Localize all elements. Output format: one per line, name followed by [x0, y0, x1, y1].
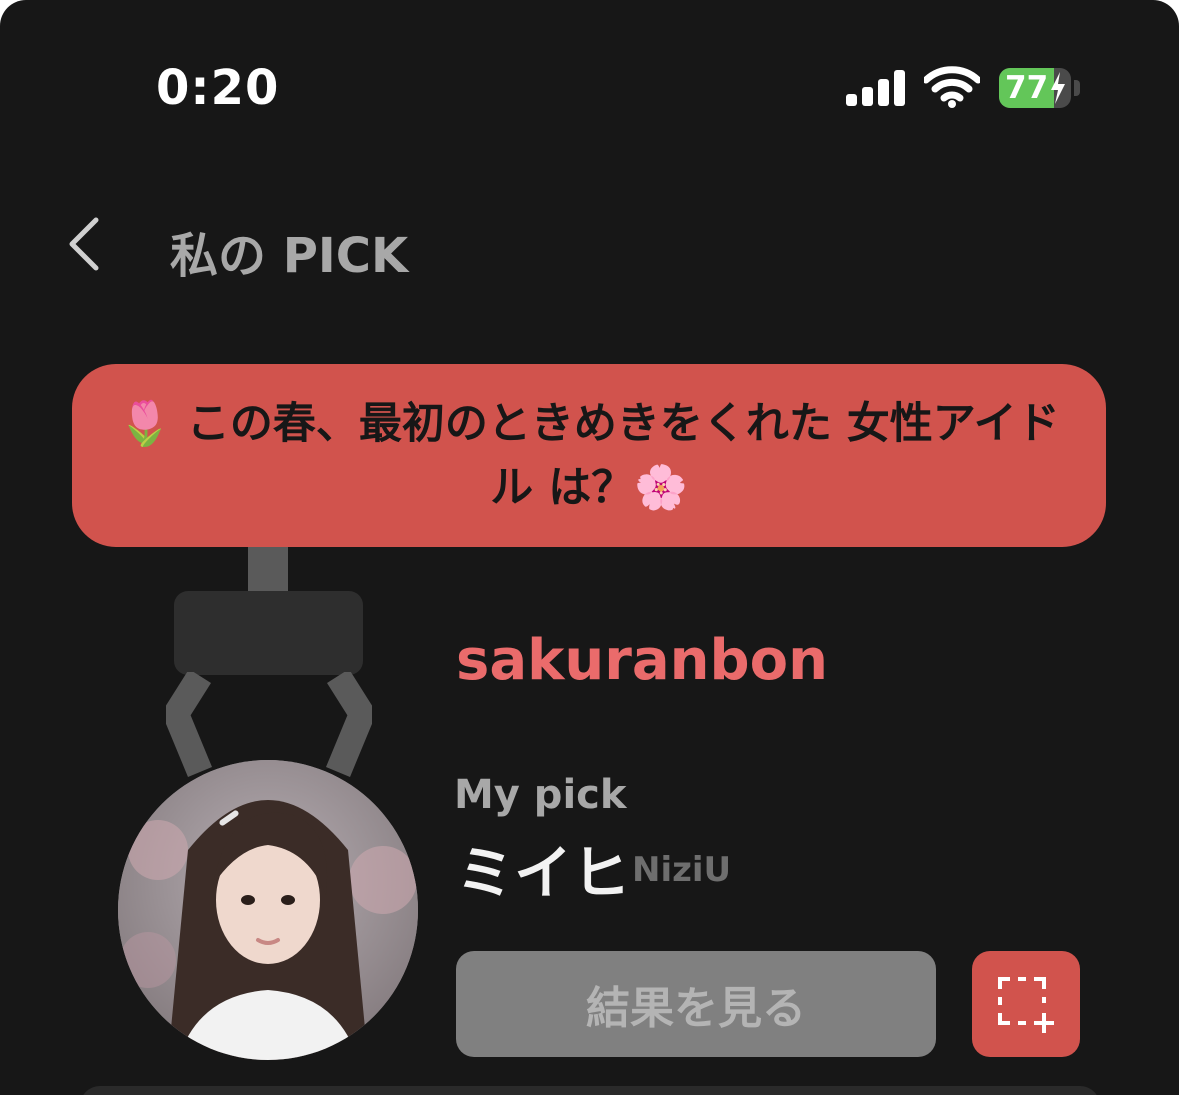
- app-screen: 0:20 77 私の PICK 🌷 この春、最初のときめきをくれた 女性アイドル…: [0, 0, 1179, 1095]
- idol-group: NiziU: [632, 850, 732, 890]
- screenshot-add-icon: [998, 977, 1054, 1033]
- claw-rod: [248, 547, 288, 595]
- battery-icon: 77: [999, 68, 1071, 108]
- question-text: 🌷 この春、最初のときめきをくれた 女性アイドル は？🌸: [118, 398, 1060, 513]
- status-time: 0:20: [156, 60, 280, 116]
- username: sakuranbon: [456, 628, 828, 693]
- capture-button[interactable]: [972, 951, 1080, 1057]
- idol-name: ミイヒ: [456, 839, 631, 907]
- view-results-button[interactable]: 結果を見る: [456, 951, 936, 1057]
- battery-level: 77: [1005, 70, 1049, 106]
- idol-avatar: [118, 760, 418, 1060]
- cellular-signal-icon: [846, 70, 906, 106]
- avatar-photo: [118, 760, 418, 1060]
- charging-bolt-icon: [1051, 72, 1065, 104]
- next-card: [80, 1086, 1100, 1095]
- question-banner: 🌷 この春、最初のときめきをくれた 女性アイドル は？🌸: [72, 364, 1106, 547]
- battery-cap: [1074, 80, 1080, 96]
- my-pick-label: My pick: [454, 772, 627, 818]
- wifi-icon: [924, 66, 980, 108]
- claw-head: [174, 591, 363, 675]
- chevron-left-icon[interactable]: [64, 214, 104, 274]
- page-title: 私の PICK: [170, 228, 409, 284]
